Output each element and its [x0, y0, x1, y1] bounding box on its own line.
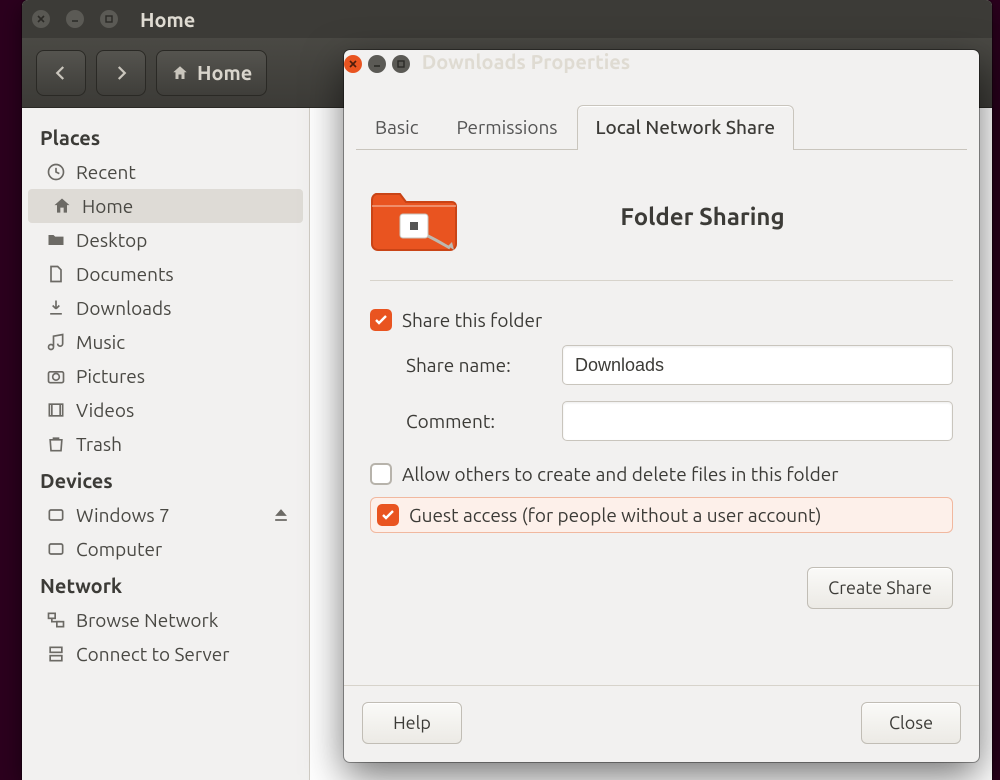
guest-access-row[interactable]: Guest access (for people without a user … — [370, 497, 953, 533]
window-title: Home — [140, 8, 195, 31]
tab-basic[interactable]: Basic — [356, 105, 438, 150]
allow-others-label: Allow others to create and delete files … — [402, 463, 838, 485]
maximize-icon[interactable] — [100, 10, 118, 28]
help-button[interactable]: Help — [362, 702, 462, 744]
tab-local-network-share[interactable]: Local Network Share — [577, 105, 795, 150]
clock-icon — [46, 162, 66, 182]
dialog-titlebar: Downloads Properties — [344, 50, 979, 92]
sidebar-heading-devices: Devices — [22, 461, 309, 498]
tab-bar: Basic Permissions Local Network Share — [344, 92, 979, 149]
share-panel: Folder Sharing Share this folder Share n… — [344, 150, 979, 685]
sidebar-item-desktop[interactable]: Desktop — [22, 223, 309, 257]
minimize-icon[interactable] — [368, 55, 386, 73]
music-icon — [46, 332, 66, 352]
sidebar: Places Recent Home Desktop Documents Dow… — [22, 108, 310, 780]
dialog-action-bar: Help Close — [344, 685, 979, 762]
close-button[interactable]: Close — [861, 702, 961, 744]
checkbox-icon[interactable] — [377, 504, 399, 526]
trash-icon — [46, 434, 66, 454]
download-icon — [46, 298, 66, 318]
maximize-icon[interactable] — [392, 55, 410, 73]
sidebar-item-documents[interactable]: Documents — [22, 257, 309, 291]
folder-icon — [46, 230, 66, 250]
tab-permissions[interactable]: Permissions — [438, 105, 577, 150]
sidebar-heading-network: Network — [22, 566, 309, 603]
sidebar-item-connect-server[interactable]: Connect to Server — [22, 637, 309, 671]
share-name-row: Share name: — [370, 337, 953, 393]
sidebar-item-home[interactable]: Home — [28, 189, 303, 223]
sidebar-item-downloads[interactable]: Downloads — [22, 291, 309, 325]
window-titlebar: Home — [22, 0, 992, 38]
panel-heading: Folder Sharing — [492, 203, 953, 230]
comment-label: Comment: — [406, 410, 546, 432]
comment-row: Comment: — [370, 393, 953, 449]
share-name-label: Share name: — [406, 354, 546, 376]
back-button[interactable] — [36, 50, 86, 96]
checkbox-icon[interactable] — [370, 309, 392, 331]
drive-icon — [46, 505, 66, 525]
film-icon — [46, 400, 66, 420]
camera-icon — [46, 366, 66, 386]
eject-icon[interactable] — [271, 505, 291, 525]
folder-share-icon — [370, 176, 460, 256]
home-icon — [52, 196, 72, 216]
close-icon[interactable] — [344, 55, 362, 73]
allow-others-row[interactable]: Allow others to create and delete files … — [370, 457, 953, 491]
sidebar-heading-places: Places — [22, 118, 309, 155]
sidebar-item-windows7[interactable]: Windows 7 — [22, 498, 309, 532]
sidebar-item-pictures[interactable]: Pictures — [22, 359, 309, 393]
share-this-folder-row[interactable]: Share this folder — [370, 303, 953, 337]
share-this-folder-label: Share this folder — [402, 309, 542, 331]
sidebar-item-music[interactable]: Music — [22, 325, 309, 359]
properties-dialog: Downloads Properties Basic Permissions L… — [344, 50, 979, 762]
sidebar-item-computer[interactable]: Computer — [22, 532, 309, 566]
minimize-icon[interactable] — [66, 10, 84, 28]
sidebar-item-videos[interactable]: Videos — [22, 393, 309, 427]
home-icon — [171, 64, 189, 82]
close-icon[interactable] — [32, 10, 50, 28]
sidebar-item-trash[interactable]: Trash — [22, 427, 309, 461]
forward-button[interactable] — [96, 50, 146, 96]
share-name-input[interactable] — [562, 345, 953, 385]
sidebar-item-browse-network[interactable]: Browse Network — [22, 603, 309, 637]
document-icon — [46, 264, 66, 284]
path-home-label: Home — [197, 61, 252, 84]
sidebar-item-recent[interactable]: Recent — [22, 155, 309, 189]
checkbox-icon[interactable] — [370, 463, 392, 485]
dialog-title: Downloads Properties — [422, 50, 631, 73]
comment-input[interactable] — [562, 401, 953, 441]
guest-access-label: Guest access (for people without a user … — [409, 504, 821, 526]
create-share-button[interactable]: Create Share — [807, 567, 953, 609]
network-icon — [46, 610, 66, 630]
server-icon — [46, 644, 66, 664]
path-home-button[interactable]: Home — [156, 50, 267, 96]
drive-icon — [46, 539, 66, 559]
